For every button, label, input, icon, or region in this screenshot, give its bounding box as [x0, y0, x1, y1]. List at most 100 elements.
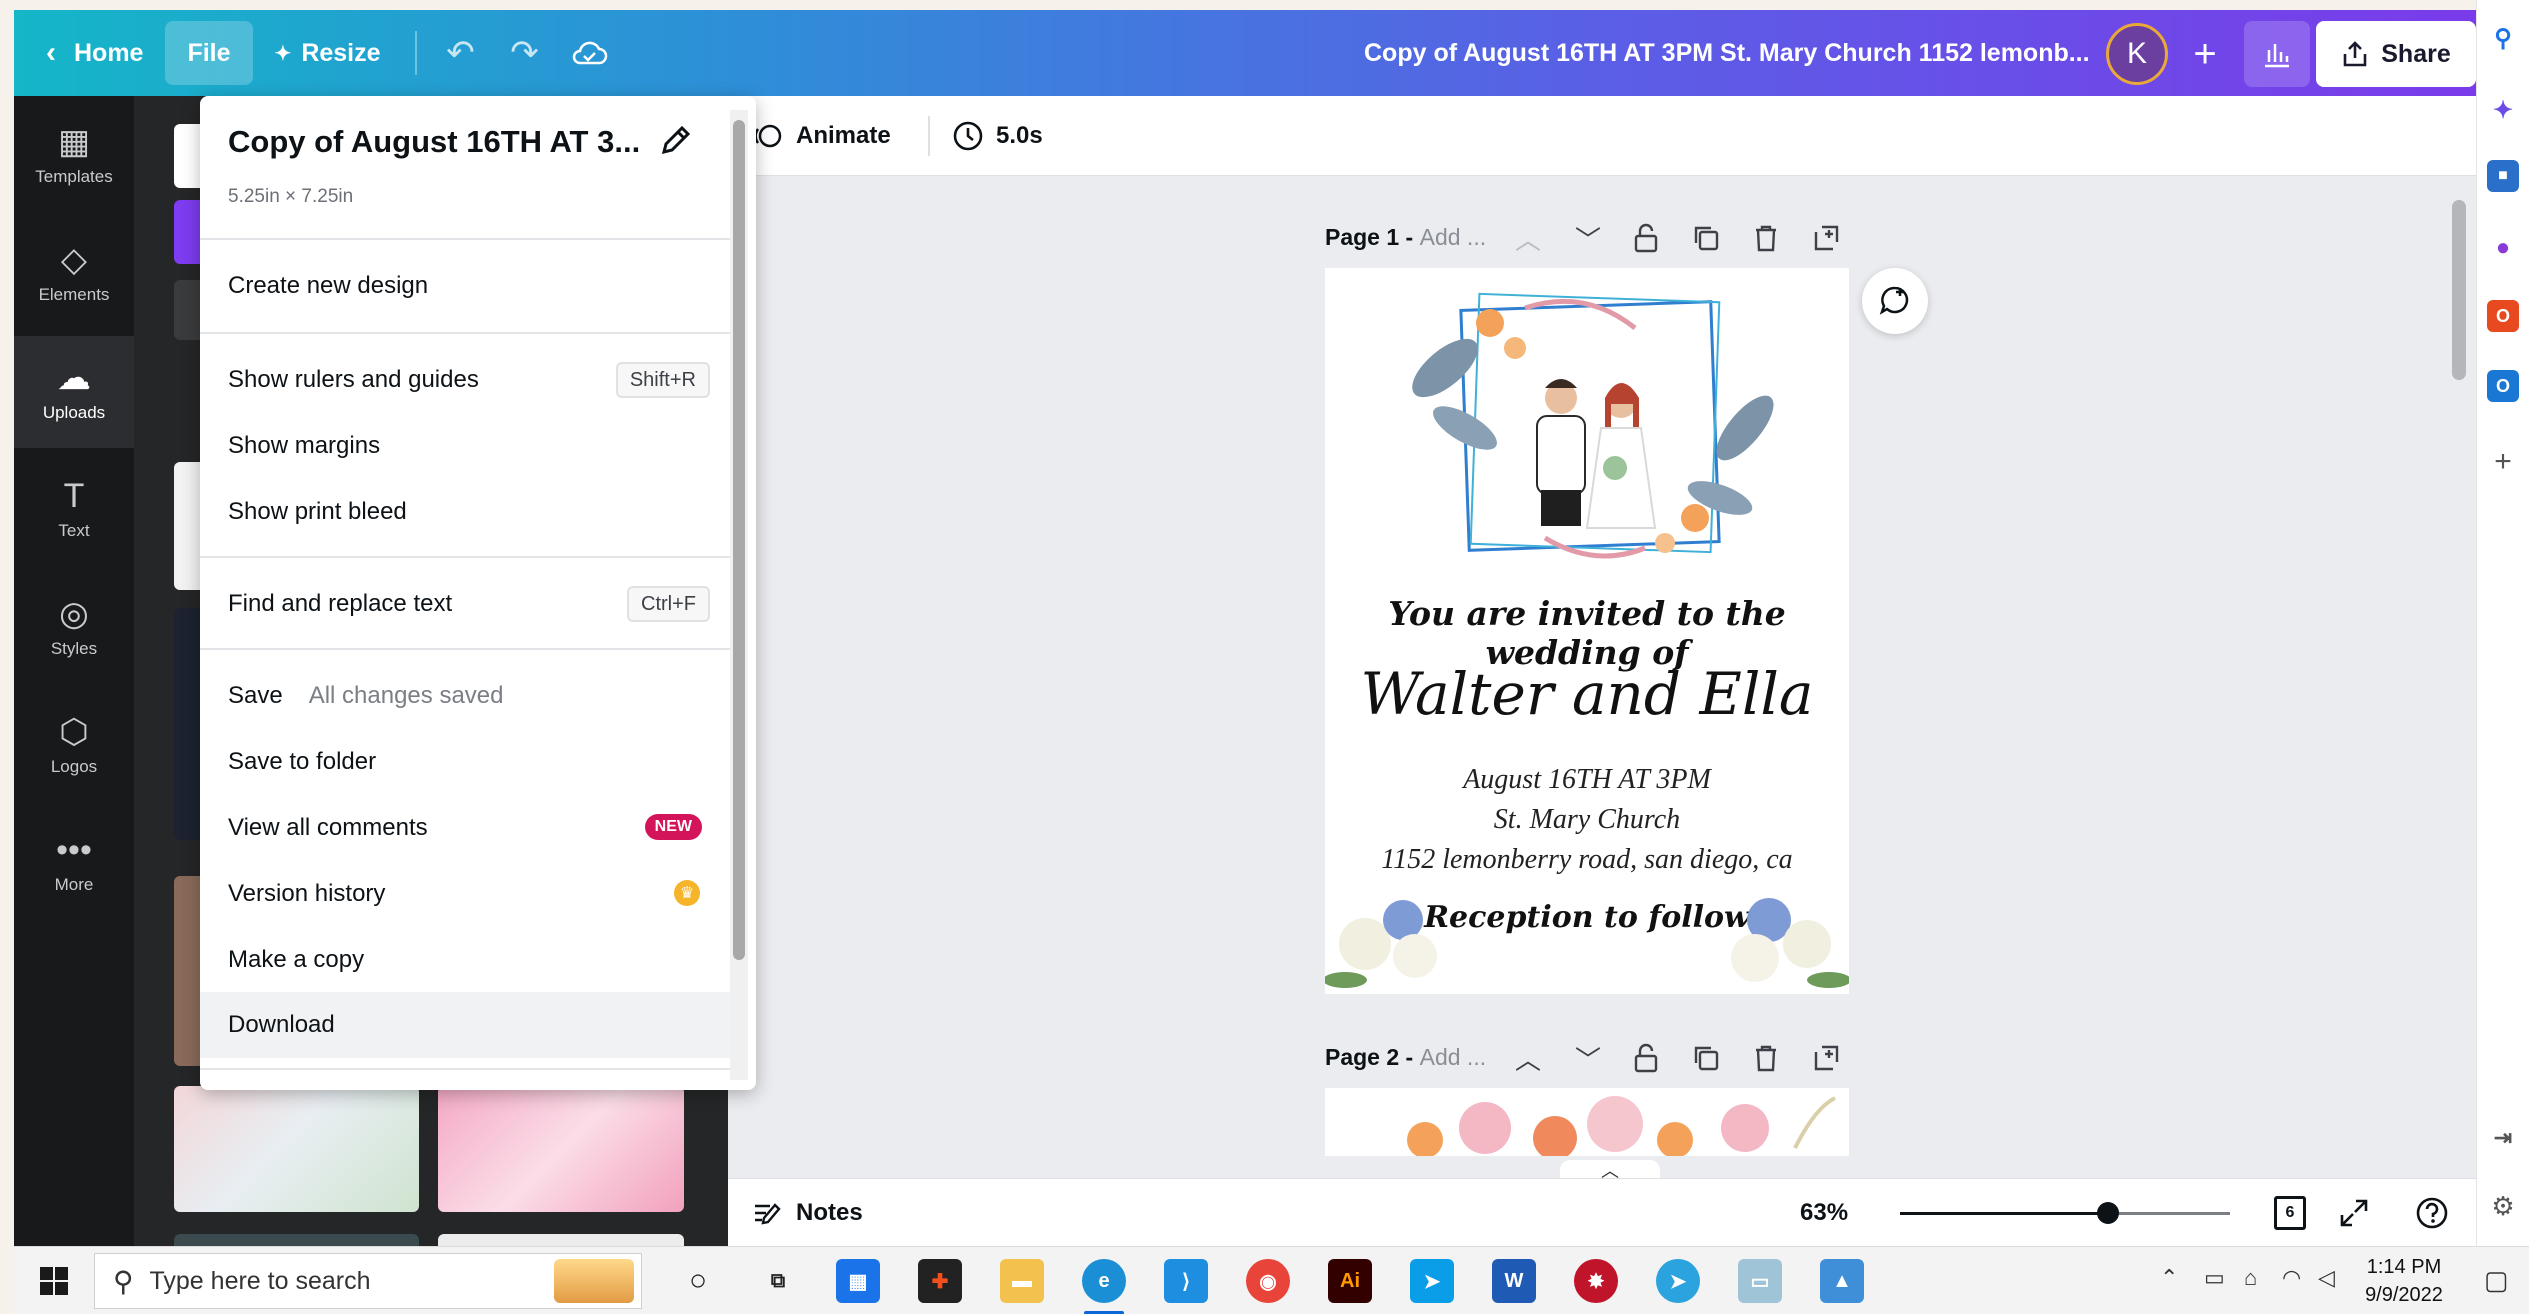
couple-names[interactable]: Walter and Ella	[1325, 660, 1849, 728]
add-comment-button[interactable]	[1862, 268, 1928, 334]
office-icon[interactable]: O	[2487, 300, 2519, 332]
search-icon[interactable]: ⚲	[2487, 22, 2519, 54]
app-icon-red[interactable]: ✸	[1574, 1259, 1618, 1303]
download-item[interactable]: Download	[200, 992, 730, 1058]
taskbar-clock[interactable]: 1:14 PM 9/9/2022	[2354, 1253, 2454, 1309]
notepad-icon[interactable]: ▭	[1738, 1259, 1782, 1303]
windows-start-icon[interactable]	[32, 1259, 76, 1303]
network-icon[interactable]: ⌂	[2244, 1265, 2257, 1291]
rail-item-uploads[interactable]: ☁ Uploads	[14, 336, 134, 448]
chevron-up-icon[interactable]: ︿	[1508, 1038, 1548, 1078]
photos-icon[interactable]: ▲	[1820, 1259, 1864, 1303]
redo-icon[interactable]: ↷	[493, 21, 557, 85]
fullscreen-icon[interactable]	[2330, 1189, 2378, 1237]
design-page-1[interactable]: You are invited to the wedding of Walter…	[1325, 268, 1849, 994]
messenger-icon[interactable]: ➤	[1410, 1259, 1454, 1303]
word-icon[interactable]: W	[1492, 1259, 1536, 1303]
rail-item-templates[interactable]: ▦ Templates	[14, 100, 134, 212]
upload-thumbnail[interactable]	[438, 1234, 684, 1246]
add-page-icon[interactable]	[1806, 218, 1846, 258]
notes-button[interactable]: Notes	[752, 1179, 863, 1247]
illustrator-icon[interactable]: Ai	[1328, 1259, 1372, 1303]
telegram-icon[interactable]: ➤	[1656, 1259, 1700, 1303]
save-item[interactable]: Save All changes saved	[200, 666, 730, 726]
widget-city-icon[interactable]	[554, 1259, 634, 1303]
task-view-icon[interactable]: ⧉	[756, 1259, 800, 1303]
lock-icon[interactable]	[1626, 1038, 1666, 1078]
resize-button[interactable]: ✦ Resize	[253, 21, 403, 85]
notification-icon[interactable]: ▢	[2484, 1265, 2509, 1296]
page-2-label[interactable]: Page 2 - Add ...	[1325, 1044, 1486, 1071]
rail-item-logos[interactable]: ⬡ Logos	[14, 690, 134, 802]
duplicate-page-icon[interactable]	[1686, 1038, 1726, 1078]
zoom-slider-knob[interactable]	[2097, 1202, 2119, 1224]
chevron-up-icon[interactable]: ︿	[1508, 218, 1548, 258]
undo-icon[interactable]: ↶	[429, 21, 493, 85]
volume-icon[interactable]: ◁	[2318, 1265, 2335, 1291]
panel-toggle-icon[interactable]: ⇥	[2487, 1122, 2519, 1154]
chevron-up-icon[interactable]: ⌃	[2160, 1265, 2178, 1291]
duplicate-page-icon[interactable]	[1686, 218, 1726, 258]
rail-item-more[interactable]: ••• More	[14, 808, 134, 920]
save-to-folder-item[interactable]: Save to folder	[200, 732, 730, 792]
expand-pages-button[interactable]: ︿	[1560, 1160, 1660, 1181]
page-grid-button[interactable]: 6	[2266, 1189, 2314, 1237]
add-collaborator-icon[interactable]: +	[2174, 23, 2236, 85]
wifi-icon[interactable]: ◠	[2282, 1265, 2301, 1291]
duration-button[interactable]: 5.0s	[952, 96, 1043, 176]
lock-icon[interactable]	[1626, 218, 1666, 258]
file-menu-button[interactable]: File	[165, 21, 253, 85]
version-history-item[interactable]: Version history ♛	[200, 864, 730, 924]
sparkle-icon[interactable]: ✦	[2487, 94, 2519, 126]
scrollbar-thumb[interactable]	[2452, 200, 2466, 380]
zoom-slider[interactable]	[1900, 1202, 2230, 1224]
share-button[interactable]: Share	[2316, 21, 2476, 87]
show-rulers-item[interactable]: Show rulers and guides Shift+R	[200, 350, 730, 410]
zoom-level[interactable]: 63%	[1800, 1179, 1848, 1247]
figma-icon[interactable]: ✚	[918, 1259, 962, 1303]
show-print-bleed-item[interactable]: Show print bleed	[200, 482, 730, 542]
cortana-icon[interactable]: ○	[676, 1259, 720, 1303]
rail-item-styles[interactable]: ◎ Styles	[14, 572, 134, 684]
vscode-icon[interactable]: ⟩	[1164, 1259, 1208, 1303]
rail-item-text[interactable]: T Text	[14, 454, 134, 566]
canvas-scrollbar[interactable]	[2448, 190, 2470, 1150]
settings-gear-icon[interactable]: ⚙	[2487, 1190, 2519, 1222]
design-page-2[interactable]	[1325, 1088, 1849, 1156]
add-page-icon[interactable]	[1806, 1038, 1846, 1078]
find-replace-item[interactable]: Find and replace text Ctrl+F	[200, 574, 730, 634]
pencil-edit-icon[interactable]	[656, 120, 700, 164]
menu-scrollbar[interactable]	[730, 110, 748, 1080]
trash-icon[interactable]	[1746, 1038, 1786, 1078]
battery-icon[interactable]: ▭	[2204, 1265, 2225, 1291]
chevron-down-icon[interactable]: ﹀	[1568, 218, 1608, 258]
outlook-icon[interactable]: O	[2487, 370, 2519, 402]
event-details[interactable]: August 16TH AT 3PM St. Mary Church 1152 …	[1325, 760, 1849, 880]
add-icon[interactable]: +	[2487, 445, 2519, 478]
help-icon[interactable]	[2408, 1189, 2456, 1237]
create-new-design-item[interactable]: Create new design	[200, 256, 730, 316]
document-title[interactable]: Copy of August 16TH AT 3PM St. Mary Chur…	[1364, 10, 2090, 96]
insights-icon[interactable]	[2244, 21, 2310, 87]
animate-button[interactable]: Animate	[754, 96, 891, 176]
chrome-icon[interactable]: ◉	[1246, 1259, 1290, 1303]
home-button[interactable]: ‹ Home	[24, 21, 165, 85]
cloud-saved-icon[interactable]	[557, 21, 621, 85]
menu-design-title[interactable]: Copy of August 16TH AT 3...	[228, 124, 640, 160]
briefcase-icon[interactable]: ■	[2487, 160, 2519, 192]
people-icon[interactable]: ●	[2487, 232, 2519, 264]
page-1-label[interactable]: Page 1 - Add ...	[1325, 224, 1486, 251]
rail-item-elements[interactable]: ◇ Elements	[14, 218, 134, 330]
microsoft-store-icon[interactable]: ▦	[836, 1259, 880, 1303]
upload-thumbnail[interactable]	[438, 1086, 684, 1212]
chevron-down-icon[interactable]: ﹀	[1568, 1038, 1608, 1078]
trash-icon[interactable]	[1746, 218, 1786, 258]
upload-thumbnail[interactable]	[174, 1234, 419, 1246]
view-all-comments-item[interactable]: View all comments NEW	[200, 798, 730, 858]
make-a-copy-item[interactable]: Make a copy	[200, 930, 730, 990]
show-margins-item[interactable]: Show margins	[200, 416, 730, 476]
menu-scrollbar-thumb[interactable]	[733, 120, 745, 960]
file-explorer-icon[interactable]: ▬	[1000, 1259, 1044, 1303]
avatar[interactable]: K	[2106, 23, 2168, 85]
upload-thumbnail[interactable]	[174, 1086, 419, 1212]
